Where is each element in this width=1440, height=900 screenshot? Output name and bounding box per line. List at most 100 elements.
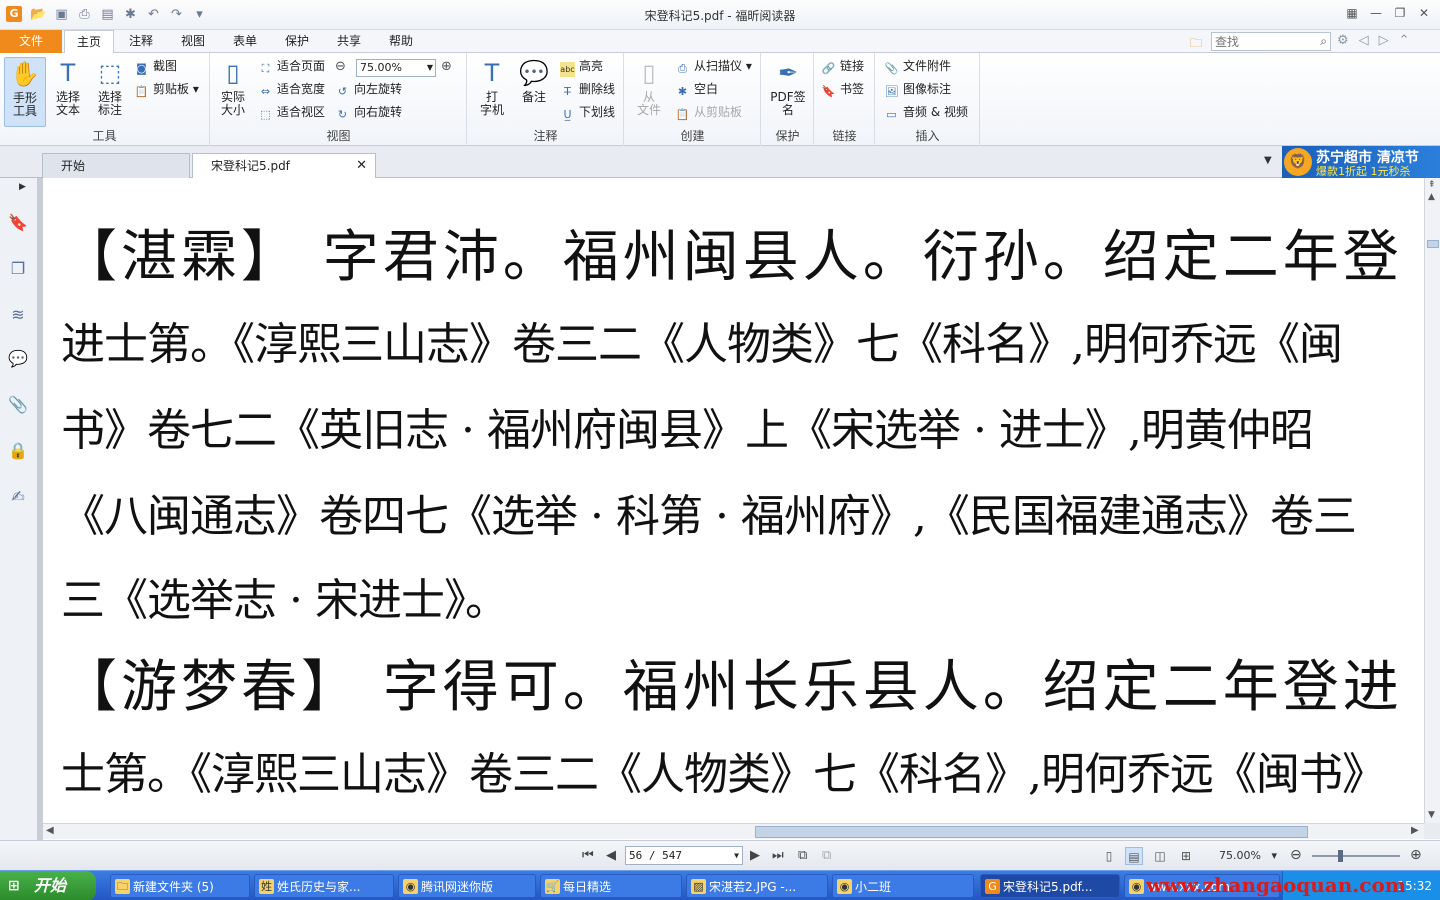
page-number-input[interactable]: 56 / 547 ▼ [625, 846, 743, 865]
horizontal-scrollbar[interactable]: ◀ ▶ [43, 823, 1424, 839]
snapshot-button[interactable]: ◙ 截图 [134, 57, 177, 75]
ad-banner[interactable]: 🦁 苏宁超市 清凉节 爆款1折起 1元秒杀 [1282, 146, 1440, 178]
rotate-left-button[interactable]: ↺ 向左旋转 [335, 80, 402, 98]
zoom-status[interactable]: 75.00% ▾ [1219, 849, 1277, 862]
file-menu-tab[interactable]: 文件 [0, 30, 62, 53]
select-annotation-button[interactable]: ⬚ 选择 标注 [90, 57, 130, 117]
typewriter-button[interactable]: T 打 字机 [472, 57, 512, 117]
next-page-icon[interactable]: ▶ [750, 848, 760, 863]
taskbar-item[interactable]: 姓姓氏历史与家... [254, 874, 394, 898]
scroll-left-icon[interactable]: ◀ [46, 825, 54, 836]
restore-button[interactable]: ❐ [1390, 4, 1410, 22]
minimize-button[interactable]: — [1366, 4, 1386, 22]
tab-form[interactable]: 表单 [222, 30, 268, 53]
tab-view[interactable]: 视图 [170, 30, 216, 53]
close-tab-icon[interactable]: ✕ [356, 154, 367, 178]
attachments-panel-icon[interactable]: 📎 [7, 394, 29, 416]
taskbar-item[interactable]: ◉ 腾讯网迷你版 [398, 874, 536, 898]
bookmark-button[interactable]: 🔖 书签 [821, 80, 864, 98]
tab-help[interactable]: 帮助 [378, 30, 424, 53]
bookmarks-panel-icon[interactable]: 🔖 [7, 212, 29, 234]
scroll-top-icon[interactable]: ⇞ [1428, 180, 1436, 190]
highlight-button[interactable]: abc 高亮 [560, 57, 603, 77]
search-icon[interactable]: ⌕ [1320, 34, 1327, 49]
fit-width-button[interactable]: ⇔ 适合宽度 [258, 80, 325, 98]
prev-icon[interactable]: ◁ [1359, 33, 1369, 48]
single-page-view-icon[interactable]: ▯ [1100, 847, 1118, 865]
fit-page-button[interactable]: ⛶ 适合页面 [258, 57, 325, 75]
last-page-icon[interactable]: ⏭ [772, 848, 784, 863]
doc-text-line: 【湛霖】 字君沛。福州闽县人。衍孙。绍定二年登 [61, 225, 1403, 290]
search-folder-icon[interactable]: 🗀 [1190, 34, 1206, 50]
note-button[interactable]: 💬 备注 [514, 57, 554, 104]
settings-icon[interactable]: ⚙ [1337, 33, 1349, 48]
facing-view-icon[interactable]: ◫ [1151, 847, 1169, 865]
tab-document[interactable]: 宋登科记5.pdf ✕ [192, 153, 376, 179]
tab-comment[interactable]: 注释 [118, 30, 164, 53]
taskbar-item[interactable]: ◉ 小二班 [832, 874, 974, 898]
select-annotation-icon: ⬚ [98, 59, 122, 87]
fit-page-icon: ⛶ [261, 62, 270, 75]
zoom-slider[interactable]: ⊖ ⊕ [1290, 847, 1426, 865]
close-button[interactable]: ✕ [1414, 4, 1434, 22]
image-annotation-button[interactable]: 🖼 图像标注 [884, 80, 952, 98]
layers-panel-icon[interactable]: ≋ [7, 304, 29, 326]
audio-video-button[interactable]: ▭ 音频 & 视频 [884, 103, 968, 121]
continuous-view-icon[interactable]: ▤ [1125, 847, 1143, 865]
horizontal-scroll-thumb[interactable] [755, 826, 1308, 838]
actual-size-button[interactable]: ▯ 实际 大小 [213, 57, 253, 117]
signatures-panel-icon[interactable]: ✍ [7, 486, 29, 508]
next-icon[interactable]: ▷ [1379, 33, 1389, 48]
tab-list-dropdown-icon[interactable]: ▼ [1264, 155, 1272, 166]
zoom-plus-icon[interactable]: ⊕ [1410, 847, 1422, 863]
previous-view-icon[interactable]: ⧉ [798, 848, 807, 863]
pdf-sign-button[interactable]: ✒ PDF签 名 [768, 57, 808, 117]
zoom-combo[interactable]: 75.00% ▼ [356, 59, 436, 77]
link-button[interactable]: 🔗 链接 [821, 57, 864, 75]
from-clipboard-button[interactable]: 📋 从剪贴板 [675, 103, 742, 121]
rotate-right-button[interactable]: ↻ 向右旋转 [335, 103, 402, 121]
zoom-minus-icon[interactable]: ⊖ [1290, 847, 1302, 863]
previous-page-icon[interactable]: ◀ [606, 848, 616, 863]
scroll-right-icon[interactable]: ▶ [1411, 825, 1419, 836]
tab-start[interactable]: 开始 [42, 153, 190, 178]
taskbar-item[interactable]: 🛒 每日精选 [540, 874, 682, 898]
from-scanner-button[interactable]: ⎙ 从扫描仪 ▾ [675, 57, 752, 75]
underline-button[interactable]: U̲ 下划线 [560, 103, 615, 121]
tab-home[interactable]: 主页 [64, 30, 114, 54]
search-input[interactable] [1212, 33, 1308, 50]
pages-panel-icon[interactable]: ❐ [7, 258, 29, 280]
zoom-knob[interactable] [1338, 850, 1343, 862]
file-attachment-button[interactable]: 📎 文件附件 [884, 57, 951, 75]
hand-tool-button[interactable]: ✋ 手形 工具 [4, 57, 46, 127]
select-text-button[interactable]: T 选择 文本 [48, 57, 88, 117]
document-viewport[interactable]: 【湛霖】 字君沛。福州闽县人。衍孙。绍定二年登 进士第。《淳熙三山志》卷三二《人… [43, 178, 1424, 823]
expand-panel-icon[interactable]: ▶ [19, 182, 26, 192]
tab-protect[interactable]: 保护 [274, 30, 320, 53]
first-page-icon[interactable]: ⏮ [582, 848, 594, 863]
bookmark-icon: 🔖 [821, 85, 836, 98]
continuous-facing-view-icon[interactable]: ⊞ [1177, 847, 1195, 865]
scroll-up-icon[interactable]: ▲ [1428, 192, 1435, 202]
vertical-scrollbar[interactable]: ⇞ ▲ ▼ [1424, 178, 1440, 823]
clipboard-button[interactable]: 📋 剪贴板 ▾ [134, 80, 199, 98]
blank-button[interactable]: ✱ 空白 [675, 80, 718, 98]
collapse-ribbon-icon[interactable]: ⌃ [1399, 33, 1410, 48]
tab-share[interactable]: 共享 [326, 30, 372, 53]
zoom-out-icon[interactable]: ⊖ [335, 59, 346, 74]
scroll-down-icon[interactable]: ▼ [1428, 810, 1435, 820]
comments-panel-icon[interactable]: 💬 [7, 348, 29, 370]
start-button[interactable]: ⊞ 开始 [0, 871, 96, 900]
group-protect: ✒ PDF签 名 保护 [762, 53, 814, 146]
strikeout-button[interactable]: T̶ 删除线 [560, 80, 615, 98]
vertical-scroll-thumb[interactable] [1427, 240, 1439, 248]
taskbar-item[interactable]: ▨ 宋湛若2.JPG -... [686, 874, 828, 898]
security-panel-icon[interactable]: 🔒 [7, 440, 29, 462]
taskbar-item[interactable]: 🗀 新建文件夹 (5) [110, 874, 250, 898]
fit-visible-button[interactable]: ⬚ 适合视区 [258, 103, 325, 121]
taskbar-item-active[interactable]: G 宋登科记5.pdf... [980, 874, 1120, 898]
grid-icon[interactable]: ▦ [1342, 4, 1362, 22]
next-view-icon[interactable]: ⧉ [822, 848, 831, 863]
zoom-in-icon[interactable]: ⊕ [441, 59, 452, 74]
from-file-button[interactable]: ▯ 从 文件 [629, 57, 669, 117]
